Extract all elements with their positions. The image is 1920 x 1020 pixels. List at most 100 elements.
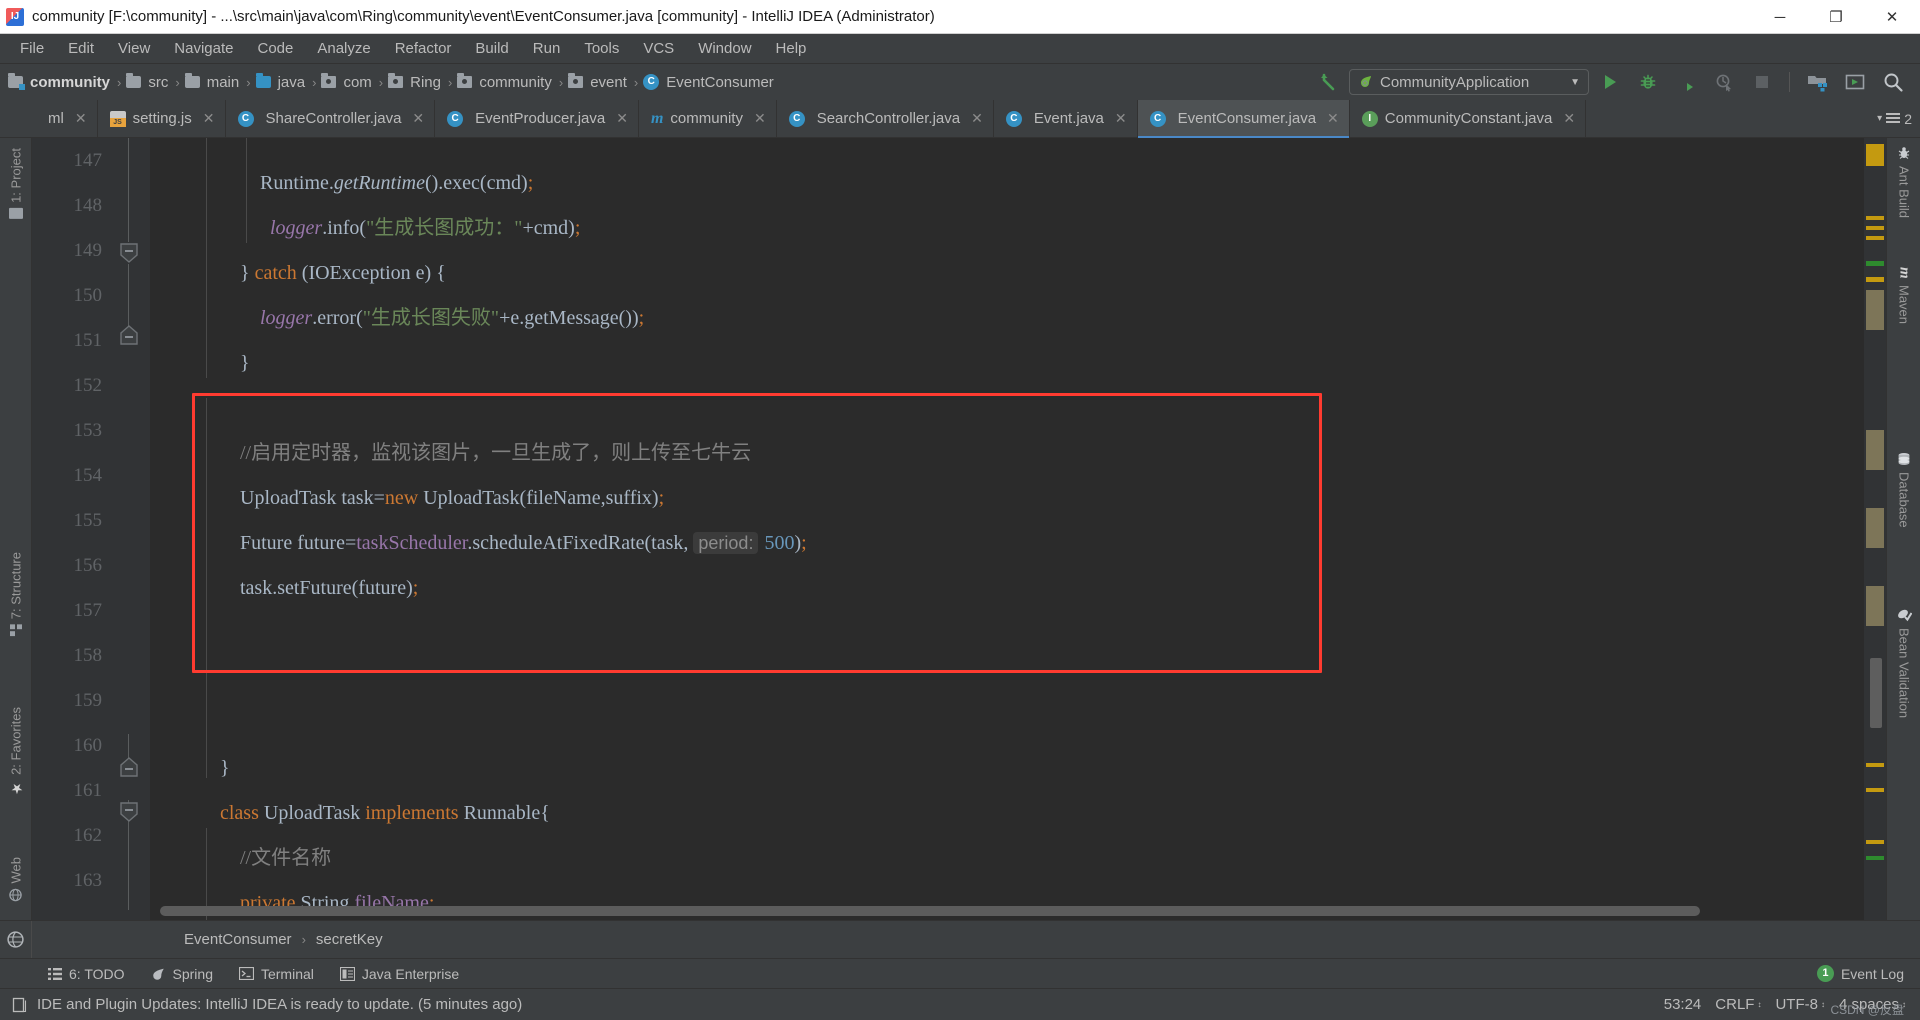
event-log-button[interactable]: 1 Event Log	[1816, 965, 1904, 982]
tab-overflow-button[interactable]: ▾ 2	[1877, 100, 1920, 137]
tab-xml[interactable]: ml ✕	[36, 100, 98, 137]
menu-code[interactable]: Code	[245, 37, 305, 60]
sidebar-item-ant-build[interactable]: Ant Build	[1887, 142, 1920, 222]
indent-selector[interactable]: 4 spaces ↕	[1839, 996, 1906, 1013]
status-message-area[interactable]: IDE and Plugin Updates: IntelliJ IDEA is…	[0, 996, 522, 1013]
tab-community-module[interactable]: m community ✕	[639, 100, 777, 137]
debug-button[interactable]	[1631, 67, 1665, 97]
stop-button[interactable]	[1745, 67, 1779, 97]
menu-tools[interactable]: Tools	[572, 37, 631, 60]
tab-eventconsumer-java[interactable]: C EventConsumer.java ✕	[1137, 100, 1350, 138]
tab-setting-js[interactable]: setting.js ✕	[98, 100, 226, 137]
sidebar-item-bean-validation[interactable]: Bean Validation	[1887, 603, 1920, 722]
update-running-app-button[interactable]	[1838, 67, 1872, 97]
menu-help[interactable]: Help	[764, 37, 819, 60]
menu-file[interactable]: File	[8, 37, 56, 60]
tab-sharecontroller-java[interactable]: C ShareController.java ✕	[226, 100, 436, 137]
menu-run[interactable]: Run	[521, 37, 573, 60]
line-number: 160	[73, 735, 103, 756]
back-arrow-icon[interactable]	[1311, 67, 1345, 97]
breadcrumb-src[interactable]: src	[126, 73, 170, 91]
close-button[interactable]: ✕	[1864, 0, 1920, 34]
java-class-icon: C	[643, 74, 660, 90]
encoding-selector[interactable]: UTF-8 ↕	[1775, 996, 1825, 1013]
tab-eventproducer-java[interactable]: C EventProducer.java ✕	[435, 100, 639, 137]
breadcrumb-com[interactable]: com	[321, 73, 373, 91]
sidebar-item-project[interactable]: 1: Project	[0, 144, 32, 223]
menu-edit[interactable]: Edit	[56, 37, 106, 60]
run-button[interactable]	[1593, 67, 1627, 97]
menu-build[interactable]: Build	[463, 37, 520, 60]
tab-close-icon[interactable]: ✕	[1115, 110, 1127, 127]
tab-close-icon[interactable]: ✕	[412, 110, 424, 127]
breadcrumb-eventconsumer[interactable]: EventConsumer	[180, 931, 296, 948]
minimize-button[interactable]: ─	[1752, 0, 1808, 34]
menu-refactor[interactable]: Refactor	[383, 37, 464, 60]
code-token: (IOException e) {	[296, 262, 446, 284]
breadcrumb-community-project[interactable]: community	[8, 73, 112, 91]
menu-analyze[interactable]: Analyze	[305, 37, 382, 60]
sidebar-item-maven[interactable]: m Maven	[1887, 263, 1920, 328]
tab-close-icon[interactable]: ✕	[754, 110, 766, 127]
tool-window-terminal[interactable]: Terminal	[238, 966, 314, 982]
tab-close-icon[interactable]: ✕	[616, 110, 628, 127]
marker-warning	[1866, 226, 1884, 230]
editor-gutter[interactable]: 147 148 149 150 151 152 153 154 155 156 …	[32, 138, 150, 920]
profile-button[interactable]	[1707, 67, 1741, 97]
code-text-area[interactable]: Runtime.getRuntime().exec(cmd); logger.i…	[150, 138, 1864, 920]
marker-warning	[1866, 144, 1884, 166]
web-globe-icon[interactable]	[0, 920, 32, 959]
tab-close-icon[interactable]: ✕	[1563, 110, 1575, 127]
code-editor[interactable]: 147 148 149 150 151 152 153 154 155 156 …	[32, 138, 1886, 920]
tab-searchcontroller-java[interactable]: C SearchController.java ✕	[777, 100, 994, 137]
editor-tab-strip: ml ✕ setting.js ✕ C ShareController.java…	[0, 100, 1920, 138]
fold-collapse-icon[interactable]	[118, 801, 140, 823]
breadcrumb-separator: ›	[312, 74, 317, 90]
fold-end-icon[interactable]	[118, 756, 140, 778]
tab-event-java[interactable]: C Event.java ✕	[994, 100, 1138, 137]
fold-end-icon[interactable]	[118, 324, 140, 346]
tab-close-icon[interactable]: ✕	[75, 110, 87, 127]
breadcrumb-secretkey[interactable]: secretKey	[312, 931, 387, 948]
sidebar-item-favorites[interactable]: ★ 2: Favorites	[0, 703, 32, 800]
project-structure-button[interactable]	[1800, 67, 1834, 97]
breadcrumb-ring[interactable]: Ring	[388, 73, 443, 91]
structure-breadcrumb-bar: EventConsumer › secretKey	[0, 920, 1920, 959]
sidebar-item-label: Bean Validation	[1896, 628, 1912, 719]
tool-window-java-enterprise[interactable]: Java Enterprise	[339, 966, 459, 982]
sidebar-item-web[interactable]: Web	[0, 853, 32, 906]
tab-close-icon[interactable]: ✕	[1327, 110, 1339, 127]
code-token: }	[200, 352, 250, 374]
run-configuration-selector[interactable]: CommunityApplication ▼	[1349, 69, 1589, 95]
line-number: 152	[73, 375, 103, 396]
breadcrumb-main[interactable]: main	[184, 73, 242, 91]
maximize-button[interactable]: ❐	[1808, 0, 1864, 34]
menu-window[interactable]: Window	[686, 37, 763, 60]
sidebar-item-structure[interactable]: 7: Structure	[0, 548, 32, 640]
tool-window-todo[interactable]: 6: TODO	[48, 966, 125, 982]
breadcrumb-event[interactable]: event	[568, 73, 629, 91]
breadcrumb-java[interactable]: java	[255, 73, 308, 91]
search-everywhere-button[interactable]	[1876, 67, 1910, 97]
editor-marker-bar[interactable]	[1864, 138, 1886, 920]
run-with-coverage-button[interactable]	[1669, 67, 1703, 97]
line-number: 151	[73, 330, 103, 351]
sidebar-item-database[interactable]: Database	[1887, 448, 1920, 532]
tab-close-icon[interactable]: ✕	[203, 110, 215, 127]
structure-tool-window-icon	[10, 624, 23, 637]
caret-position[interactable]: 53:24	[1664, 996, 1702, 1013]
fold-collapse-icon[interactable]	[118, 242, 140, 264]
line-separator-selector[interactable]: CRLF ↕	[1715, 996, 1761, 1013]
breadcrumb-eventconsumer[interactable]: C EventConsumer	[643, 74, 776, 91]
menu-view[interactable]: View	[106, 37, 162, 60]
editor-vertical-scrollbar[interactable]	[1870, 658, 1882, 728]
tool-window-spring[interactable]: Spring	[151, 966, 213, 982]
tab-communityconstant-java[interactable]: I CommunityConstant.java ✕	[1350, 100, 1587, 137]
menu-navigate[interactable]: Navigate	[162, 37, 245, 60]
fold-region-line	[128, 264, 129, 326]
breadcrumb-community-pkg[interactable]: community	[457, 73, 554, 91]
ant-build-icon	[1898, 147, 1910, 159]
menu-vcs[interactable]: VCS	[631, 37, 686, 60]
tab-close-icon[interactable]: ✕	[971, 110, 983, 127]
editor-horizontal-scrollbar[interactable]	[160, 906, 1700, 916]
